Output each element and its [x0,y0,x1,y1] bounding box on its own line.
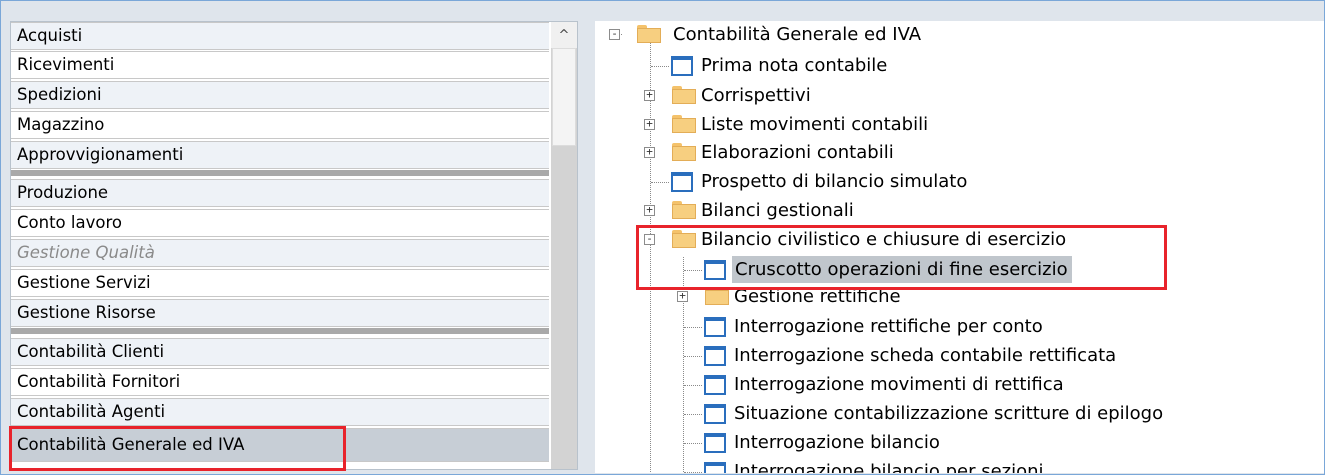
menu-item-gestione-qualita: Gestione Qualità [11,239,549,267]
menu-item-spedizioni[interactable]: Spedizioni [11,81,549,109]
collapse-icon[interactable]: - [609,28,620,40]
expand-icon[interactable]: + [644,89,655,101]
expand-icon[interactable]: + [644,204,655,216]
tree-node-label: Prospetto di bilancio simulato [701,171,968,192]
highlight-box-menu [9,426,346,471]
module-menu-panel: Acquisti Ricevimenti Spedizioni Magazzin… [10,21,578,470]
menu-item-acquisti[interactable]: Acquisti [11,22,549,50]
form-icon [704,404,726,424]
tree-node-label: Prima nota contabile [701,55,888,76]
menu-item-produzione[interactable]: Produzione [11,179,549,207]
form-icon [671,56,693,76]
tree-connector-line [684,414,702,415]
tree-connector-line [684,472,702,473]
menu-item-contabilita-agenti[interactable]: Contabilità Agenti [11,398,549,426]
panel-splitter[interactable] [579,21,594,468]
menu-item-ricevimenti[interactable]: Ricevimenti [11,51,549,79]
chevron-up-icon: ^ [558,28,570,43]
tree-node-label: Situazione contabilizzazione scritture d… [734,403,1164,424]
tree-connector-line [684,385,702,386]
expand-icon[interactable]: + [677,290,688,302]
tree-node-label: Interrogazione bilancio [734,432,940,453]
menu-group-separator [11,170,549,176]
form-icon [671,172,693,192]
menu-group-separator [11,328,549,334]
menu-item-magazzino[interactable]: Magazzino [11,111,549,139]
application-window: Acquisti Ricevimenti Spedizioni Magazzin… [0,0,1325,475]
tree-connector-line [684,327,702,328]
tree-node-label: Interrogazione movimenti di rettifica [734,374,1064,395]
folder-icon [672,201,696,219]
tree-node-label: Interrogazione scheda contabile rettific… [734,345,1117,366]
scroll-up-button[interactable]: ^ [551,22,577,48]
form-icon [704,433,726,453]
menu-item-approvvigionamenti[interactable]: Approvvigionamenti [11,141,549,169]
form-icon [704,462,726,473]
menu-item-contabilita-fornitori[interactable]: Contabilità Fornitori [11,368,549,396]
menu-item-gestione-risorse[interactable]: Gestione Risorse [11,299,549,327]
scroll-thumb[interactable] [552,48,576,146]
form-icon [704,375,726,395]
tree-node-label: Contabilità Generale ed IVA [673,24,922,45]
tree-connector-line [651,66,669,67]
expand-icon[interactable]: + [644,146,655,158]
tree-node-label: Interrogazione bilancio per sezioni [734,461,1044,473]
tree-node-label: Corrispettivi [701,85,811,106]
folder-icon [672,143,696,161]
tree-node-label: Bilanci gestionali [701,200,854,221]
tree-connector-line [684,356,702,357]
menu-item-contabilita-clienti[interactable]: Contabilità Clienti [11,338,549,366]
tree-connector-line [651,182,669,183]
menu-item-gestione-servizi[interactable]: Gestione Servizi [11,269,549,297]
highlight-box-tree [636,225,1167,290]
tree-node-label: Elaborazioni contabili [701,142,894,163]
folder-icon [637,25,661,43]
tree-node-label: Liste movimenti contabili [701,114,929,135]
form-icon [704,317,726,337]
tree-node-label: Interrogazione rettifiche per conto [734,316,1043,337]
folder-icon [672,86,696,104]
folder-icon [672,115,696,133]
tree-connector-line [684,443,702,444]
expand-icon[interactable]: + [644,118,655,130]
menu-item-conto-lavoro[interactable]: Conto lavoro [11,209,549,237]
form-icon [704,346,726,366]
menu-scrollbar[interactable]: ^ [551,22,577,469]
